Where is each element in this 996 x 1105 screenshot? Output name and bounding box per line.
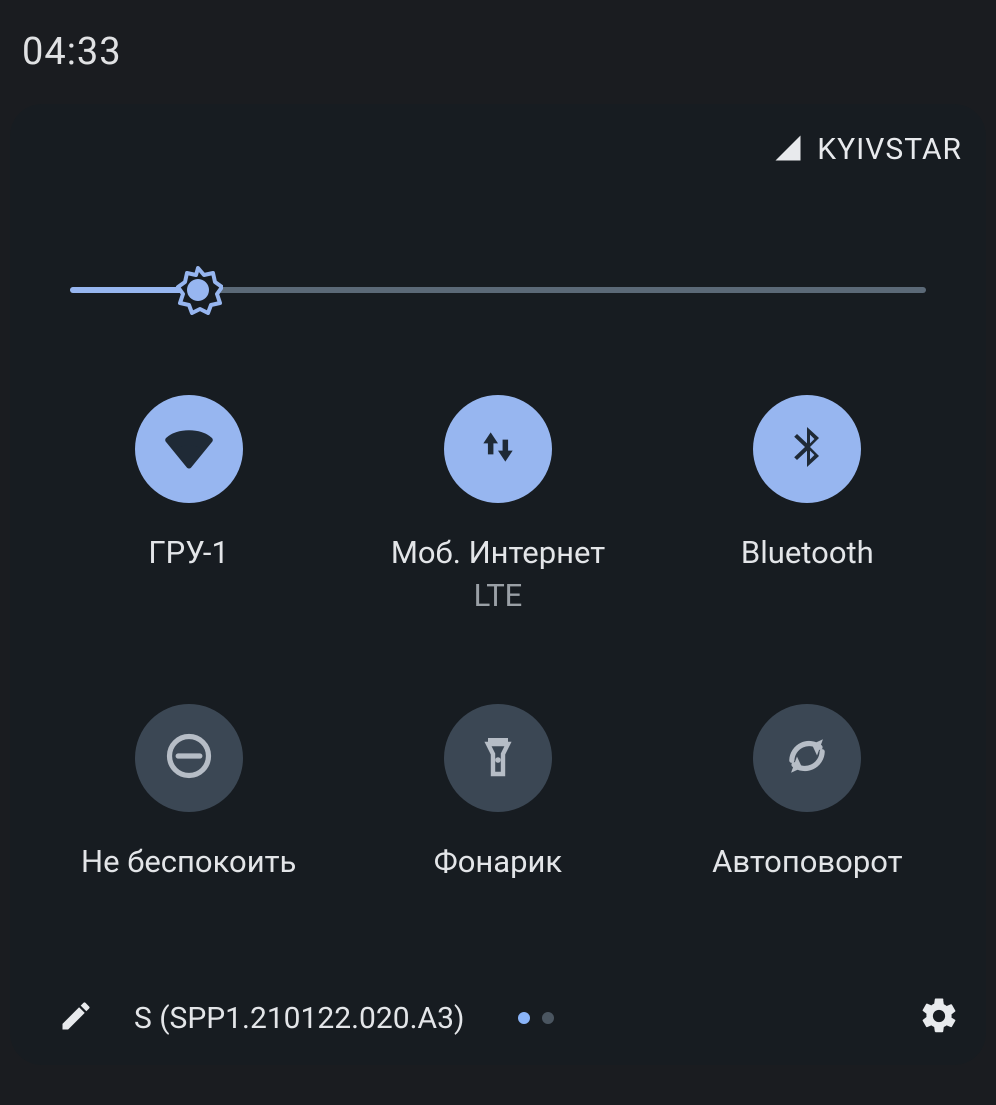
tile-dnd[interactable]: Не беспокоить [34, 704, 343, 880]
gear-icon [918, 995, 960, 1041]
signal-icon [773, 133, 803, 167]
edit-button[interactable] [58, 998, 94, 1038]
brightness-icon [173, 265, 223, 315]
tile-mobile-data-toggle[interactable] [444, 395, 552, 503]
autorotate-icon [781, 730, 833, 786]
tile-mobile-data[interactable]: Моб. Интернет LTE [343, 395, 652, 614]
tile-mobile-data-sublabel: LTE [474, 577, 523, 614]
tile-mobile-data-label: Моб. Интернет [391, 535, 605, 571]
tile-dnd-toggle[interactable] [135, 704, 243, 812]
dnd-icon [163, 730, 215, 786]
tiles-grid: ГРУ-1 Моб. Интернет LTE [10, 395, 986, 879]
carrier-row: KYIVSTAR [10, 104, 986, 167]
flashlight-icon [474, 732, 522, 784]
tile-dnd-label: Не беспокоить [81, 844, 296, 880]
carrier-name: KYIVSTAR [817, 132, 962, 167]
clock: 04:33 [22, 30, 122, 74]
brightness-slider[interactable] [70, 265, 926, 315]
data-arrows-icon [476, 425, 520, 473]
tile-bluetooth[interactable]: Bluetooth [653, 395, 962, 614]
tile-autorotate-toggle[interactable] [753, 704, 861, 812]
pencil-icon [58, 998, 94, 1038]
tile-bluetooth-toggle[interactable] [753, 395, 861, 503]
wifi-icon [161, 419, 217, 479]
status-bar: 04:33 [0, 0, 996, 104]
slider-thumb[interactable] [173, 265, 223, 315]
panel-footer: S (SPP1.210122.020.A3) [10, 987, 986, 1059]
tile-autorotate-label: Автоповорот [712, 844, 902, 880]
tile-autorotate[interactable]: Автоповорот [653, 704, 962, 880]
tile-wifi-label: ГРУ-1 [148, 535, 228, 571]
settings-button[interactable] [918, 995, 960, 1041]
tile-flashlight-label: Фонарик [434, 844, 562, 880]
page-dot [542, 1012, 554, 1024]
build-text: S (SPP1.210122.020.A3) [134, 1001, 464, 1036]
tile-wifi[interactable]: ГРУ-1 [34, 395, 343, 614]
tile-wifi-toggle[interactable] [135, 395, 243, 503]
bluetooth-icon [783, 423, 831, 475]
tile-flashlight-toggle[interactable] [444, 704, 552, 812]
tile-bluetooth-label: Bluetooth [741, 535, 874, 571]
tile-flashlight[interactable]: Фонарик [343, 704, 652, 880]
quick-settings-panel: KYIVSTAR ГРУ-1 [10, 104, 986, 1065]
page-dot-active [518, 1012, 530, 1024]
page-indicator [518, 1012, 554, 1024]
